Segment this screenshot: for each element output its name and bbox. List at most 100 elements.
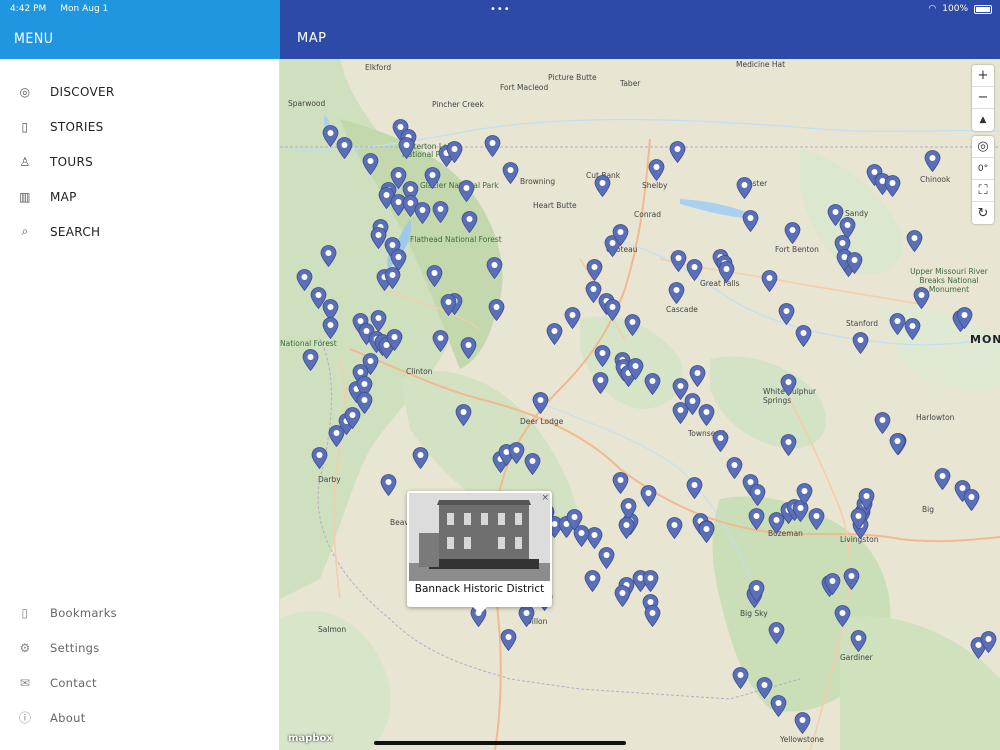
map-marker-pin[interactable] <box>432 201 449 224</box>
map-marker-pin[interactable] <box>486 257 503 280</box>
map-marker-pin[interactable] <box>386 329 403 352</box>
map-marker-pin[interactable] <box>850 508 867 531</box>
map-marker-pin[interactable] <box>644 373 661 396</box>
map-marker-pin[interactable] <box>412 447 429 470</box>
nav-link-bookmarks[interactable]: ▯ Bookmarks <box>0 595 280 630</box>
map-marker-pin[interactable] <box>461 211 478 234</box>
map-marker-pin[interactable] <box>302 349 319 372</box>
map-marker-pin[interactable] <box>336 137 353 160</box>
map-marker-pin[interactable] <box>796 483 813 506</box>
map-marker-pin[interactable] <box>380 474 397 497</box>
map-marker-pin[interactable] <box>573 525 590 548</box>
map-marker-pin[interactable] <box>732 667 749 690</box>
map-marker-pin[interactable] <box>644 605 661 628</box>
nav-link-contact[interactable]: ✉ Contact <box>0 665 280 700</box>
map-marker-pin[interactable] <box>761 270 778 293</box>
map-marker-pin[interactable] <box>726 457 743 480</box>
nav-item-map[interactable]: ▥ MAP <box>0 179 280 214</box>
map-marker-pin[interactable] <box>698 521 715 544</box>
reset-button[interactable]: ↻ <box>972 202 994 224</box>
map-marker-pin[interactable] <box>846 252 863 275</box>
map-marker-pin[interactable] <box>612 224 629 247</box>
map-marker-pin[interactable] <box>852 332 869 355</box>
multitask-dots[interactable]: ••• <box>490 4 511 15</box>
map-marker-pin[interactable] <box>424 167 441 190</box>
close-icon[interactable]: × <box>541 493 549 503</box>
map-marker-pin[interactable] <box>963 489 980 512</box>
map-marker-pin[interactable] <box>488 299 505 322</box>
map-marker-pin[interactable] <box>795 325 812 348</box>
map-marker-pin[interactable] <box>749 484 766 507</box>
map-marker-pin[interactable] <box>834 605 851 628</box>
zoom-out-button[interactable]: − <box>972 87 994 109</box>
map-marker-pin[interactable] <box>598 547 615 570</box>
map-marker-pin[interactable] <box>956 307 973 330</box>
map-marker-pin[interactable] <box>874 412 891 435</box>
map-marker-pin[interactable] <box>320 245 337 268</box>
map-marker-pin[interactable] <box>604 299 621 322</box>
map-marker-pin[interactable] <box>794 712 811 735</box>
map-marker-pin[interactable] <box>698 404 715 427</box>
map-marker-pin[interactable] <box>584 570 601 593</box>
map-marker-pin[interactable] <box>648 159 665 182</box>
map-marker-pin[interactable] <box>778 303 795 326</box>
map-marker-pin[interactable] <box>913 287 930 310</box>
map-marker-pin[interactable] <box>686 477 703 500</box>
nav-item-tours[interactable]: ♙ TOURS <box>0 144 280 179</box>
map-view[interactable]: Elkford Sparwood Pincher Creek Picture B… <box>280 59 1000 750</box>
place-popup[interactable]: × Bannack Historic District <box>407 491 552 614</box>
map-marker-pin[interactable] <box>518 605 535 628</box>
map-marker-pin[interactable] <box>748 508 765 531</box>
map-marker-pin[interactable] <box>627 358 644 381</box>
fullscreen-button[interactable]: ⛶ <box>972 180 994 202</box>
map-marker-pin[interactable] <box>624 314 641 337</box>
bearing-button[interactable]: 0° <box>972 158 994 180</box>
map-marker-pin[interactable] <box>446 141 463 164</box>
map-marker-pin[interactable] <box>980 631 997 654</box>
map-marker-pin[interactable] <box>344 407 361 430</box>
map-marker-pin[interactable] <box>500 629 517 652</box>
map-marker-pin[interactable] <box>686 259 703 282</box>
nav-item-discover[interactable]: ◎ DISCOVER <box>0 74 280 109</box>
map-marker-pin[interactable] <box>689 365 706 388</box>
map-marker-pin[interactable] <box>618 517 635 540</box>
map-marker-pin[interactable] <box>718 261 735 284</box>
map-marker-pin[interactable] <box>458 180 475 203</box>
home-indicator[interactable] <box>374 741 626 745</box>
compass-icon[interactable]: ▲ <box>972 109 994 131</box>
map-marker-pin[interactable] <box>384 267 401 290</box>
map-marker-pin[interactable] <box>736 177 753 200</box>
map-marker-pin[interactable] <box>712 430 729 453</box>
map-marker-pin[interactable] <box>460 337 477 360</box>
map-marker-pin[interactable] <box>824 573 841 596</box>
map-marker-pin[interactable] <box>808 508 825 531</box>
map-marker-pin[interactable] <box>843 568 860 591</box>
map-marker-pin[interactable] <box>414 202 431 225</box>
zoom-in-button[interactable]: + <box>972 65 994 87</box>
map-marker-pin[interactable] <box>455 404 472 427</box>
map-marker-pin[interactable] <box>742 210 759 233</box>
map-marker-pin[interactable] <box>670 250 687 273</box>
map-marker-pin[interactable] <box>850 630 867 653</box>
map-marker-pin[interactable] <box>502 162 519 185</box>
map-marker-pin[interactable] <box>484 135 501 158</box>
map-marker-pin[interactable] <box>748 580 765 603</box>
nav-link-settings[interactable]: ⚙ Settings <box>0 630 280 665</box>
map-marker-pin[interactable] <box>524 453 541 476</box>
map-marker-pin[interactable] <box>924 150 941 173</box>
map-marker-pin[interactable] <box>564 307 581 330</box>
map-marker-pin[interactable] <box>770 695 787 718</box>
map-marker-pin[interactable] <box>311 447 328 470</box>
map-marker-pin[interactable] <box>669 141 686 164</box>
map-marker-pin[interactable] <box>594 175 611 198</box>
map-marker-pin[interactable] <box>440 294 457 317</box>
locate-button[interactable]: ◎ <box>972 136 994 158</box>
map-marker-pin[interactable] <box>322 317 339 340</box>
map-marker-pin[interactable] <box>666 517 683 540</box>
map-marker-pin[interactable] <box>904 318 921 341</box>
map-marker-pin[interactable] <box>586 259 603 282</box>
map-marker-pin[interactable] <box>612 472 629 495</box>
map-marker-pin[interactable] <box>508 442 525 465</box>
map-marker-pin[interactable] <box>592 372 609 395</box>
nav-link-about[interactable]: ⓘ About <box>0 700 280 735</box>
